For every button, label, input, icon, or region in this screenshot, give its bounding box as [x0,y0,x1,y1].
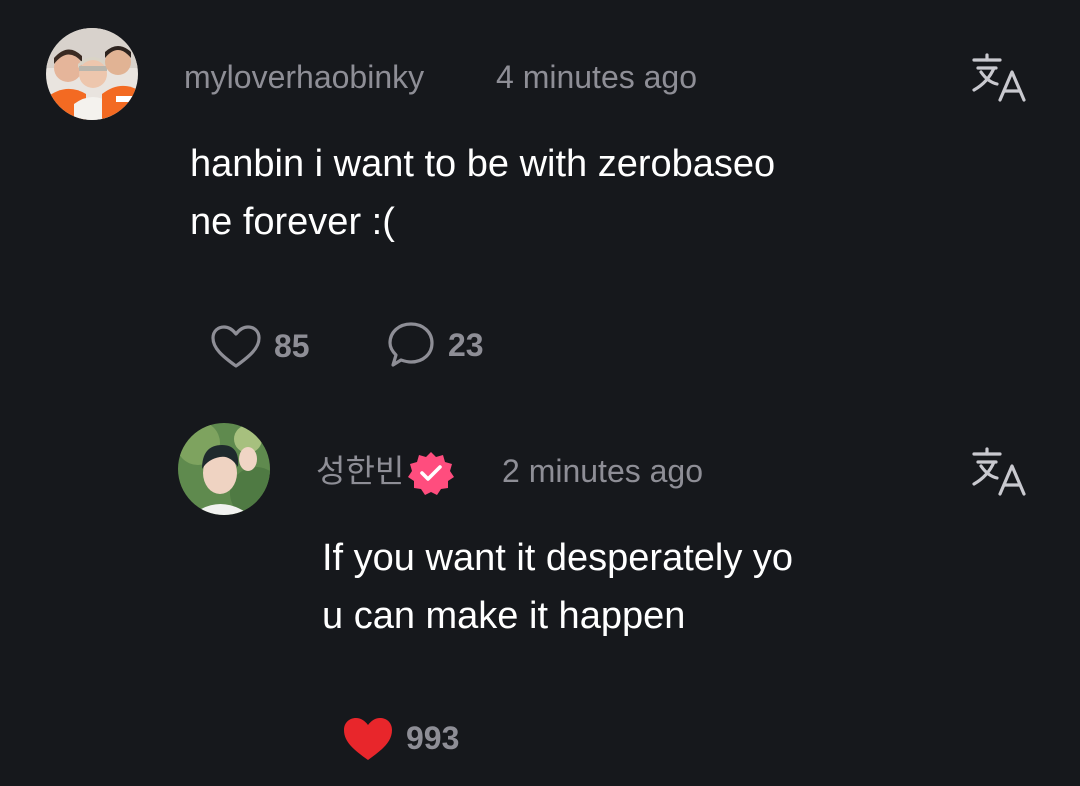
reply-text: If you want it desperately yo u can make… [322,537,794,637]
comment-text: hanbin i want to be with zerobaseo ne fo… [190,143,776,243]
reply-button[interactable]: 23 [386,320,498,370]
like-count: 85 [274,328,310,364]
translate-icon[interactable] [970,52,1026,108]
reply-timestamp: 2 minutes ago [502,453,704,489]
reply-username[interactable]: 성한빈 [316,451,404,491]
speech-bubble-icon [388,322,434,367]
like-button[interactable]: 85 [210,322,322,370]
comment-timestamp: 4 minutes ago [496,59,698,95]
reply-like-button[interactable]: 993 [342,716,472,764]
reply-translate-icon[interactable] [970,446,1026,502]
comment-username[interactable]: myloverhaobinky [184,57,424,97]
reply-count: 23 [448,327,484,363]
reply-like-count: 993 [406,720,460,756]
verified-badge-icon [408,450,454,496]
heart-outline-icon [211,325,261,368]
avatar[interactable] [46,28,138,120]
heart-filled-icon [344,718,392,760]
reply-avatar[interactable] [178,423,270,515]
